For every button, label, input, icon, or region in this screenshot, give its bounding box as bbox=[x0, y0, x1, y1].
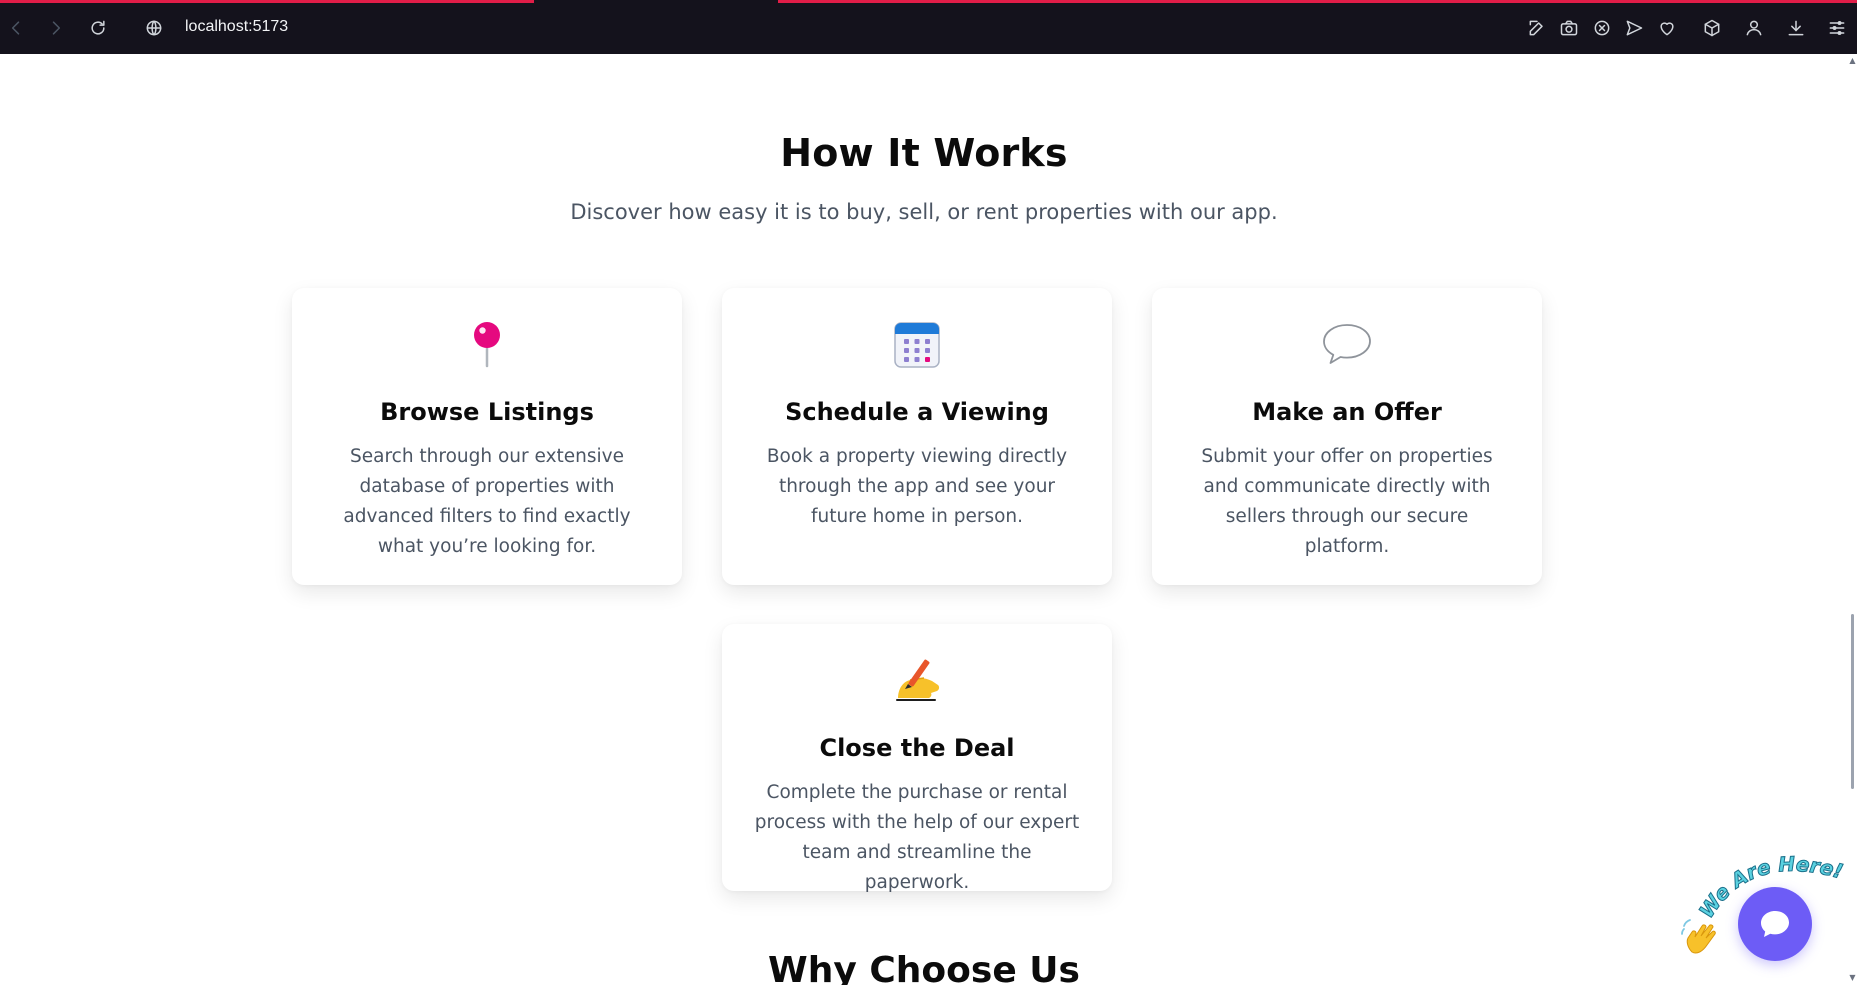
camera-icon[interactable] bbox=[1558, 17, 1580, 39]
step-title: Schedule a Viewing bbox=[785, 398, 1049, 426]
cube-icon[interactable] bbox=[1701, 17, 1723, 39]
step-card-make-offer: Make an Offer Submit your offer on prope… bbox=[1152, 288, 1542, 585]
reload-icon[interactable] bbox=[87, 17, 109, 39]
why-choose-us-title: Why Choose Us bbox=[768, 950, 1080, 985]
step-title: Close the Deal bbox=[819, 734, 1015, 762]
forward-icon[interactable] bbox=[45, 17, 67, 39]
download-icon[interactable] bbox=[1785, 17, 1807, 39]
heart-icon[interactable] bbox=[1656, 17, 1678, 39]
step-card-schedule-viewing: Schedule a Viewing Book a property viewi… bbox=[722, 288, 1112, 585]
step-description: Search through our extensive database of… bbox=[343, 446, 631, 557]
scrollbar-thumb[interactable] bbox=[1851, 614, 1854, 789]
chat-button[interactable] bbox=[1738, 887, 1812, 961]
browser-toolbar: localhost:5173 bbox=[0, 0, 1857, 54]
calendar-icon bbox=[891, 318, 943, 370]
writing-hand-icon bbox=[891, 654, 943, 706]
waving-hand-icon bbox=[1680, 916, 1724, 960]
edit-icon[interactable] bbox=[1526, 17, 1548, 39]
speech-bubble-icon bbox=[1321, 318, 1373, 370]
address-bar[interactable]: localhost:5173 bbox=[185, 18, 288, 36]
tab-indicator bbox=[778, 0, 1857, 3]
site-info-icon[interactable] bbox=[143, 17, 165, 39]
send-icon[interactable] bbox=[1623, 17, 1645, 39]
chat-icon bbox=[1761, 911, 1789, 937]
profile-icon[interactable] bbox=[1743, 17, 1765, 39]
section-title: How It Works bbox=[780, 131, 1068, 175]
section-subtitle: Discover how easy it is to buy, sell, or… bbox=[570, 200, 1278, 224]
pushpin-icon bbox=[461, 318, 513, 370]
chat-widget[interactable]: We Are Here! bbox=[1680, 840, 1850, 985]
step-title: Make an Offer bbox=[1252, 398, 1442, 426]
tab-indicator bbox=[0, 0, 534, 3]
step-description: Submit your offer on properties and comm… bbox=[1201, 446, 1493, 557]
step-title: Browse Listings bbox=[380, 398, 594, 426]
scroll-up-icon[interactable]: ▲ bbox=[1848, 56, 1857, 66]
menu-icon[interactable] bbox=[1826, 17, 1848, 39]
back-icon[interactable] bbox=[5, 17, 27, 39]
step-description: Complete the purchase or rental process … bbox=[754, 782, 1080, 893]
step-card-browse-listings: Browse Listings Search through our exten… bbox=[292, 288, 682, 585]
step-description: Book a property viewing directly through… bbox=[766, 446, 1068, 527]
shield-x-icon[interactable] bbox=[1591, 17, 1613, 39]
step-card-close-deal: Close the Deal Complete the purchase or … bbox=[722, 624, 1112, 893]
